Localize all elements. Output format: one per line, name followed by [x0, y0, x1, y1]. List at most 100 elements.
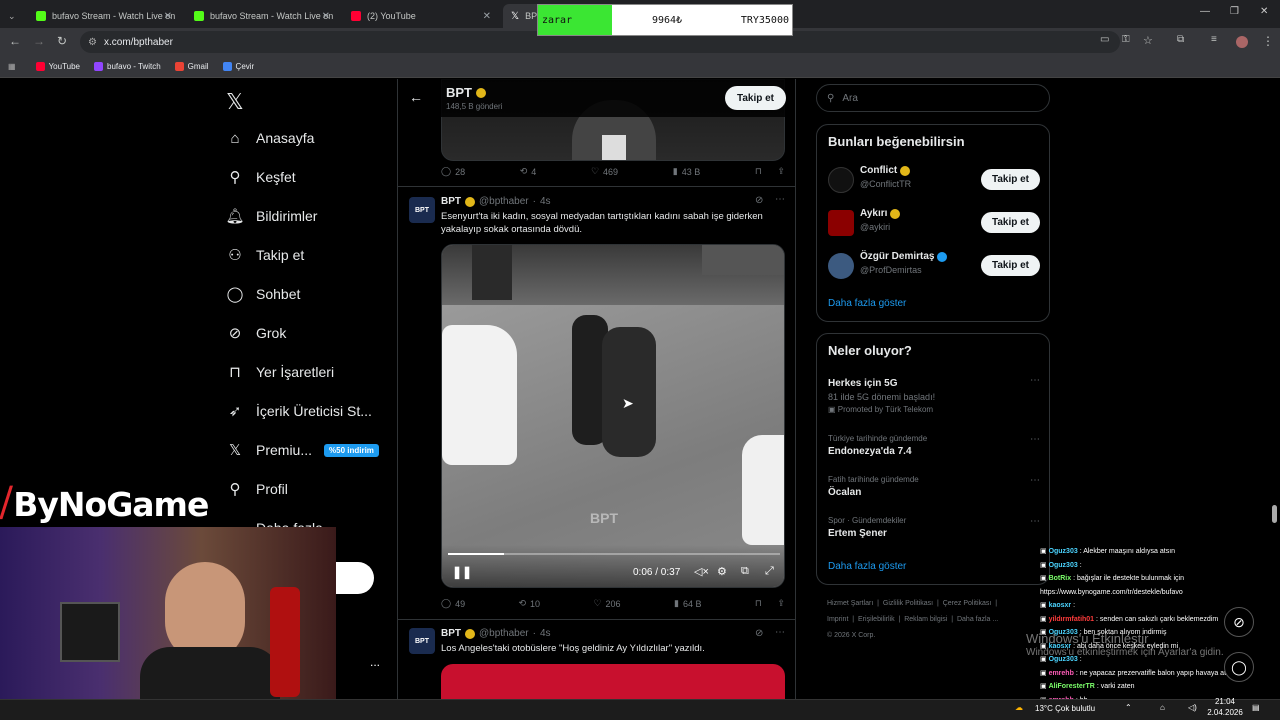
bookmark-translate[interactable]: Çevir — [222, 62, 254, 71]
chat-username[interactable]: BotRix — [1049, 575, 1072, 582]
tweet-author[interactable]: BPT — [441, 628, 461, 639]
site-info-icon[interactable]: ⚙ — [88, 37, 97, 48]
close-window-icon[interactable]: ✕ — [1260, 6, 1268, 17]
avatar[interactable]: BPT — [409, 197, 435, 223]
tweet-time[interactable]: 4s — [540, 628, 551, 639]
show-more-link[interactable]: Daha fazla göster — [828, 298, 906, 309]
repost-button[interactable]: ⟲ 4 — [520, 166, 537, 177]
trend-item[interactable]: Türkiye tarihinde gündemde Endonezya'da … — [828, 434, 1040, 457]
chat-username[interactable]: Oguz303 — [1049, 548, 1078, 555]
chat-username[interactable]: Oguz303 — [1049, 562, 1078, 569]
chat-username[interactable]: emrehb — [1049, 670, 1074, 677]
notification-icon[interactable]: ▤ — [1252, 703, 1260, 712]
tweet[interactable]: BPT BPT @bpthaber · 4s ⊘ ⋯ Esenyurt'ta i… — [398, 186, 795, 619]
x-logo-icon[interactable]: 𝕏 — [226, 89, 244, 115]
key-icon[interactable]: ⚿ — [1122, 34, 1130, 45]
avatar[interactable]: BPT — [409, 628, 435, 654]
back-icon[interactable]: ← — [9, 34, 21, 48]
show-more-link[interactable]: Daha fazla göster — [828, 561, 906, 572]
repost-button[interactable]: ⟲ 10 — [519, 598, 541, 609]
page-scrollbar[interactable] — [1272, 505, 1277, 523]
bookmark-twitch[interactable]: bufavo - Twitch — [94, 62, 161, 71]
sidebar-item-bookmarks[interactable]: ⊓ Yer İşaretleri — [226, 363, 334, 381]
follow-button[interactable]: Takip et — [725, 86, 786, 110]
back-arrow-icon[interactable]: ← — [409, 89, 423, 105]
video-player[interactable]: BPT ❚❚ 0:06 / 0:37 ◁× ⚙ ⧉ ⤢ ➤ — [441, 244, 785, 588]
minimize-icon[interactable]: — — [1200, 6, 1210, 17]
more-icon[interactable]: ⋯ — [775, 627, 785, 638]
follow-button[interactable]: Takip et — [981, 255, 1040, 276]
sidebar-item-chat[interactable]: ◯ Sohbet — [226, 285, 301, 303]
cast-icon[interactable]: ▭ — [1100, 34, 1109, 45]
tray-chevron-icon[interactable]: ⌃ — [1125, 703, 1132, 712]
sidebar-item-home[interactable]: ⌂ Anasayfa — [226, 129, 314, 147]
restore-icon[interactable]: ❐ — [1230, 6, 1239, 17]
views-button[interactable]: ▮ 43 B — [673, 166, 700, 177]
like-button[interactable]: ♡ 206 — [593, 598, 620, 609]
tab-search-button[interactable]: ⌄ — [0, 4, 26, 28]
sidebar-item-creator-studio[interactable]: ➶ İçerik Üreticisi St... — [226, 402, 372, 420]
search-input[interactable]: ⚲ Ara — [816, 84, 1050, 112]
apps-icon[interactable]: ▦ — [8, 62, 16, 71]
views-button[interactable]: ▮ 64 B — [674, 598, 701, 609]
grok-icon[interactable]: ⊘ — [755, 628, 763, 639]
messages-float-icon[interactable]: ◯ — [1224, 652, 1254, 682]
extensions-icon[interactable]: ⧉ — [1177, 34, 1184, 45]
more-icon[interactable]: ⋯ — [775, 194, 785, 205]
volume-icon[interactable]: ◁× — [694, 565, 709, 578]
more-icon[interactable]: ⋯ — [1030, 516, 1040, 527]
browser-tab-3[interactable]: (2) YouTube ✕ — [343, 4, 499, 28]
reply-button[interactable]: ◯ 28 — [441, 166, 465, 177]
network-icon[interactable]: ⌂ — [1160, 703, 1165, 712]
tweet-handle[interactable]: @bpthaber — [479, 196, 529, 207]
post-button-partial[interactable] — [336, 562, 374, 594]
tweet-handle[interactable]: @bpthaber — [479, 628, 529, 639]
chat-username[interactable]: Oguz303 — [1049, 656, 1078, 663]
browser-tab-2[interactable]: bufavo Stream - Watch Live on ✕ — [186, 4, 338, 28]
trend-item[interactable]: Spor · Gündemdekiler Ertem Şener ⋯ — [828, 516, 1040, 539]
settings-icon[interactable]: ⚙ — [717, 565, 727, 578]
follow-button[interactable]: Takip et — [981, 212, 1040, 233]
forward-icon[interactable]: → — [33, 34, 45, 48]
more-icon[interactable]: ⋯ — [1030, 375, 1040, 386]
more-icon[interactable]: ⋯ — [1030, 475, 1040, 486]
suggestion-item[interactable]: Aykırı @aykiri Takip et — [828, 206, 1040, 240]
bookmark-gmail[interactable]: Gmail — [174, 62, 209, 71]
trend-item[interactable]: Herkes için 5G 81 ilde 5G dönemi başladı… — [828, 375, 1040, 414]
avatar[interactable] — [1236, 36, 1248, 48]
fullscreen-icon[interactable]: ⤢ — [765, 565, 774, 578]
weather-text[interactable]: 13°C Çok bulutlu — [1035, 704, 1095, 713]
chat-username[interactable]: Oguz303 — [1049, 629, 1078, 636]
sidebar-item-explore[interactable]: ⚲ Keşfet — [226, 168, 296, 186]
tweet-image[interactable] — [441, 664, 785, 699]
sidebar-item-grok[interactable]: ⊘ Grok — [226, 324, 287, 342]
chat-username[interactable]: yildırmfatih01 — [1049, 616, 1095, 623]
bookmark-button[interactable]: ⊓ ⇪ — [755, 166, 785, 177]
menu-icon[interactable]: ⋮ — [1262, 34, 1274, 48]
tweet-author[interactable]: BPT — [441, 196, 461, 207]
close-icon[interactable]: ✕ — [483, 11, 491, 22]
close-icon[interactable]: ✕ — [322, 11, 330, 22]
sidebar-item-profile[interactable]: ⚲ Profil — [226, 480, 288, 498]
trend-item[interactable]: Fatih tarihinde gündemde Öcalan ⋯ — [828, 475, 1040, 498]
sidebar-item-notifications[interactable]: 🔔︎ Bildirimler — [225, 207, 317, 225]
chat-username[interactable]: kaosxr — [1049, 602, 1072, 609]
reply-button[interactable]: ◯ 49 — [441, 598, 465, 609]
star-icon[interactable]: ☆ — [1143, 34, 1153, 47]
browser-tab-1[interactable]: bufavo Stream - Watch Live on ✕ — [28, 4, 180, 28]
media-icon[interactable]: ≡ — [1211, 34, 1217, 45]
bookmark-button[interactable]: ⊓ ⇪ — [755, 598, 785, 609]
video-progress-track[interactable] — [448, 553, 780, 555]
follow-button[interactable]: Takip et — [981, 169, 1040, 190]
chat-username[interactable]: AliForesterTR — [1049, 683, 1095, 690]
weather-icon[interactable]: ☁ — [1015, 703, 1023, 712]
grok-icon[interactable]: ⊘ — [755, 195, 763, 206]
more-icon[interactable]: ⋯ — [1030, 434, 1040, 445]
sidebar-item-premium[interactable]: 𝕏 Premiu... %50 indirim — [226, 441, 379, 459]
reload-icon[interactable]: ↻ — [57, 34, 67, 48]
bookmark-youtube[interactable]: YouTube — [35, 62, 80, 71]
suggestion-item[interactable]: Conflict @ConflictTR Takip et — [828, 163, 1040, 197]
pip-icon[interactable]: ⧉ — [741, 565, 749, 578]
tweet-time[interactable]: 4s — [540, 196, 551, 207]
grok-float-icon[interactable]: ⊘ — [1224, 607, 1254, 637]
